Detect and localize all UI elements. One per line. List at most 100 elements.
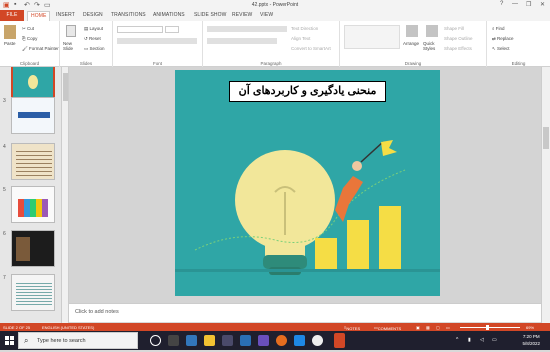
- quick-styles-icon[interactable]: [426, 25, 438, 37]
- task-view-icon[interactable]: [168, 335, 179, 346]
- shape-outline-button[interactable]: Shape Outline: [444, 36, 473, 41]
- section-button[interactable]: ▭ Section: [84, 46, 105, 52]
- edge-icon[interactable]: [186, 335, 197, 346]
- windows-start-icon[interactable]: [0, 331, 18, 350]
- zoom-slider-thumb[interactable]: [486, 324, 489, 330]
- sorter-view-icon[interactable]: ▦: [426, 325, 430, 330]
- tab-slide-show[interactable]: SLIDE SHOW: [194, 12, 226, 18]
- align-buttons[interactable]: [207, 38, 277, 44]
- thumbnail-slide-5[interactable]: [11, 186, 55, 223]
- shape-fill-button[interactable]: Shape Fill: [444, 26, 464, 31]
- align-text-button[interactable]: Align Text: [291, 36, 310, 41]
- tab-design[interactable]: DESIGN: [83, 12, 103, 18]
- reset-label: Reset: [89, 36, 101, 41]
- tray-chevron-icon[interactable]: ^: [456, 337, 458, 343]
- zoom-level[interactable]: 69%: [526, 325, 534, 330]
- search-icon: ⌕: [24, 336, 29, 345]
- thumbnail-slide-6[interactable]: [11, 230, 55, 267]
- cut-label: Cut: [27, 26, 35, 31]
- tab-insert[interactable]: INSERT: [56, 12, 75, 18]
- bulb-base: [263, 255, 307, 269]
- minimize-icon[interactable]: —: [512, 1, 518, 7]
- new-slide-button[interactable]: New Slide: [63, 41, 79, 51]
- system-clock[interactable]: 7:20 PM 5/8/2022: [522, 333, 540, 347]
- reading-view-icon[interactable]: ▢: [436, 325, 440, 330]
- thumbnail-slide-2[interactable]: [11, 67, 55, 100]
- window-title: 42.pptx - PowerPoint: [251, 2, 299, 8]
- thumbnail-slide-3[interactable]: [11, 97, 55, 134]
- comments-button[interactable]: ▭ COMMENTS: [374, 325, 401, 332]
- new-slide-icon[interactable]: [66, 25, 76, 37]
- quick-styles-button[interactable]: Quick Styles: [423, 41, 441, 51]
- powerpoint-taskbar-icon[interactable]: [334, 333, 345, 348]
- tab-view[interactable]: VIEW: [260, 12, 273, 18]
- app-icon[interactable]: [258, 335, 269, 346]
- copy-label: Copy: [26, 36, 38, 41]
- font-format-buttons[interactable]: [117, 38, 197, 44]
- slide-title[interactable]: منحنی یادگیری و کاربردهای آن: [229, 81, 386, 102]
- arrange-icon[interactable]: [406, 25, 418, 37]
- tab-transitions[interactable]: TRANSITIONS: [111, 12, 146, 18]
- close-icon[interactable]: ✕: [540, 1, 545, 8]
- ribbon: Paste ✂ Cut ⎘ Copy 🖌 Format Painter Clip…: [0, 21, 550, 67]
- tab-animations[interactable]: ANIMATIONS: [153, 12, 185, 18]
- shape-effects-button[interactable]: Shape Effects: [444, 46, 472, 51]
- search-placeholder: Type here to search: [37, 338, 86, 344]
- thumbnail-text: [16, 148, 52, 176]
- volume-icon[interactable]: ◁: [480, 337, 484, 343]
- slide-canvas[interactable]: منحنی یادگیری و کاربردهای آن: [175, 70, 440, 296]
- font-group: Font: [113, 21, 203, 67]
- arrange-button[interactable]: Arrange: [403, 41, 419, 46]
- chrome-icon[interactable]: [294, 335, 305, 346]
- firefox-icon[interactable]: [276, 335, 287, 346]
- ribbon-tabs: FILE HOME INSERT DESIGN TRANSITIONS ANIM…: [0, 10, 550, 21]
- format-painter-button[interactable]: 🖌 Format Painter: [22, 46, 59, 52]
- scrollbar-thumb[interactable]: [543, 127, 549, 149]
- reset-button[interactable]: ↺ Reset: [84, 36, 101, 42]
- replace-label: Replace: [497, 36, 514, 41]
- taskbar-search-input[interactable]: ⌕ Type here to search: [18, 332, 138, 349]
- tab-review[interactable]: REVIEW: [232, 12, 252, 18]
- maximize-icon[interactable]: ❐: [526, 1, 531, 8]
- notes-button[interactable]: ≡ NOTES: [344, 325, 360, 332]
- slide-thumbnails-pane[interactable]: 3 4 5 6 7: [0, 67, 62, 323]
- language-indicator[interactable]: ENGLISH (UNITED STATES): [42, 325, 94, 330]
- title-bar: ▣ ▪ ↶ ↷ ▭ 42.pptx - PowerPoint ? — ❐ ✕: [0, 0, 550, 10]
- file-explorer-icon[interactable]: [204, 335, 215, 346]
- person-head: [352, 161, 362, 171]
- thumbnail-photo: [16, 237, 30, 261]
- slideshow-view-icon[interactable]: ▭: [446, 325, 450, 330]
- tab-home[interactable]: HOME: [27, 11, 51, 21]
- text-direction-button[interactable]: Text Direction: [291, 26, 318, 31]
- scrollbar-thumb[interactable]: [63, 73, 68, 101]
- font-name-select[interactable]: [117, 26, 163, 33]
- font-size-select[interactable]: [165, 26, 179, 33]
- normal-view-icon[interactable]: ▣: [416, 325, 420, 330]
- store-icon[interactable]: [222, 335, 233, 346]
- thumbnail-scrollbar[interactable]: [62, 67, 69, 323]
- replace-button[interactable]: ⇄ Replace: [492, 36, 514, 42]
- paste-button[interactable]: Paste: [4, 41, 16, 46]
- mail-icon[interactable]: [240, 335, 251, 346]
- shapes-gallery[interactable]: [344, 25, 400, 49]
- paste-icon[interactable]: [4, 25, 16, 39]
- find-button[interactable]: ⌕ Find: [492, 26, 505, 31]
- layout-button[interactable]: ▤ Layout: [84, 26, 103, 32]
- thumbnail-slide-4[interactable]: [11, 143, 55, 180]
- tab-file[interactable]: FILE: [0, 10, 24, 21]
- editor-scrollbar[interactable]: [541, 67, 550, 323]
- keyboard-icon[interactable]: ▭: [492, 337, 497, 343]
- cut-button[interactable]: ✂ Cut: [22, 26, 34, 32]
- notes-pane[interactable]: Click to add notes: [69, 303, 541, 322]
- cortana-icon[interactable]: [150, 335, 161, 346]
- thumbnail-slide-7[interactable]: [11, 274, 55, 311]
- paragraph-label: Paragraph: [260, 61, 282, 66]
- copy-button[interactable]: ⎘ Copy: [22, 36, 37, 41]
- select-button[interactable]: ↖ Select: [492, 46, 510, 52]
- zoom-slider[interactable]: [460, 326, 520, 328]
- media-icon[interactable]: [312, 335, 323, 346]
- smartart-button[interactable]: Convert to SmartArt: [291, 46, 331, 51]
- network-icon[interactable]: ▮: [468, 337, 471, 343]
- help-icon[interactable]: ?: [500, 1, 503, 7]
- list-buttons[interactable]: [207, 26, 287, 32]
